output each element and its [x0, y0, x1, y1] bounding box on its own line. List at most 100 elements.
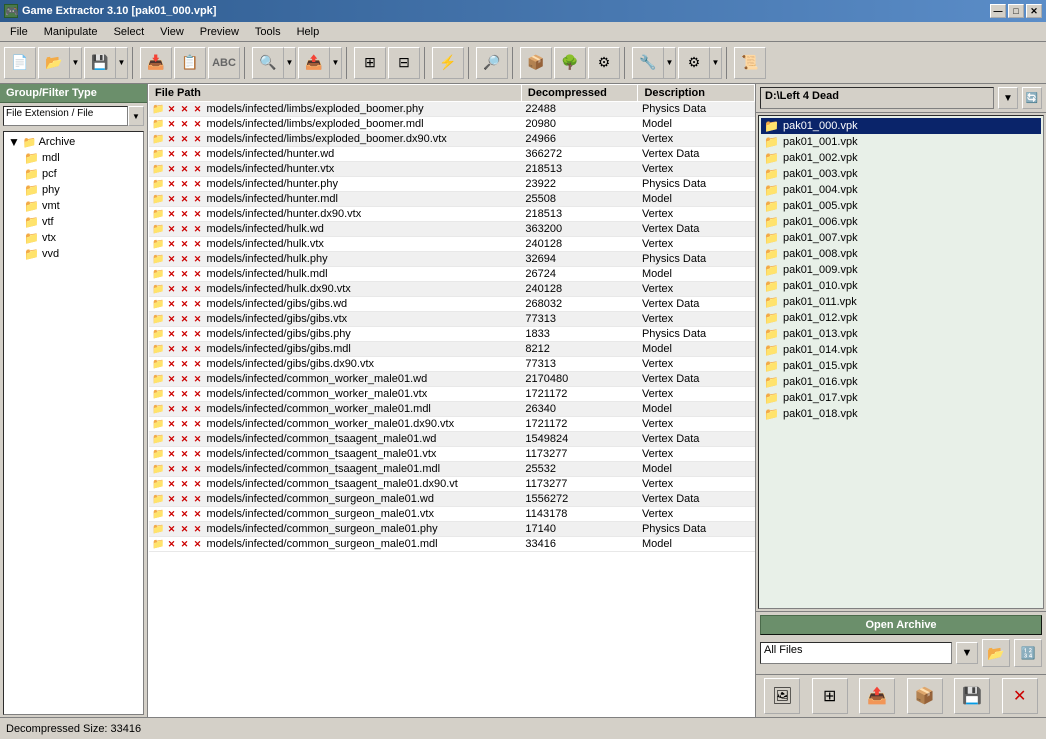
- table-row[interactable]: 📁 ✕ ✕ ✕ models/infected/hulk.mdl 26724Mo…: [149, 267, 755, 282]
- col-description[interactable]: Description: [638, 85, 755, 102]
- table-row[interactable]: 📁 ✕ ✕ ✕ models/infected/common_surgeon_m…: [149, 492, 755, 507]
- table-row[interactable]: 📁 ✕ ✕ ✕ models/infected/common_surgeon_m…: [149, 507, 755, 522]
- table-row[interactable]: 📁 ✕ ✕ ✕ models/infected/hunter.phy 23922…: [149, 177, 755, 192]
- calculator-button[interactable]: 🔢: [1014, 639, 1042, 667]
- tree-view[interactable]: ▼ 📁 Archive 📁 mdl 📁 pcf 📁 phy: [3, 131, 144, 715]
- menu-manipulate[interactable]: Manipulate: [36, 24, 106, 40]
- extract-selected-button[interactable]: 📤: [859, 678, 895, 714]
- archive-item[interactable]: 📁pak01_004.vpk: [761, 182, 1041, 198]
- open-archive-button[interactable]: Open Archive: [760, 615, 1042, 635]
- col-filepath[interactable]: File Path: [149, 85, 522, 102]
- table-row[interactable]: 📁 ✕ ✕ ✕ models/infected/limbs/exploded_b…: [149, 117, 755, 132]
- tree-item-vmt[interactable]: 📁 vmt: [22, 198, 141, 214]
- table-row[interactable]: 📁 ✕ ✕ ✕ models/infected/common_tsaagent_…: [149, 447, 755, 462]
- archive-item[interactable]: 📁pak01_016.vpk: [761, 374, 1041, 390]
- plugin-arrow[interactable]: ▼: [664, 47, 676, 79]
- tree-item-vvd[interactable]: 📁 vvd: [22, 246, 141, 262]
- gear-arrow[interactable]: ▼: [710, 47, 722, 79]
- table-row[interactable]: 📁 ✕ ✕ ✕ models/infected/limbs/exploded_b…: [149, 102, 755, 117]
- table-row[interactable]: 📁 ✕ ✕ ✕ models/infected/common_tsaagent_…: [149, 462, 755, 477]
- col-decompressed[interactable]: Decompressed: [521, 85, 638, 102]
- read-button[interactable]: 🔍: [252, 47, 284, 79]
- menu-select[interactable]: Select: [106, 24, 153, 40]
- extract-button[interactable]: ⚡: [432, 47, 464, 79]
- archive-item[interactable]: 📁pak01_017.vpk: [761, 390, 1041, 406]
- tree-item-pcf[interactable]: 📁 pcf: [22, 166, 141, 182]
- table-row[interactable]: 📁 ✕ ✕ ✕ models/infected/hulk.vtx 240128V…: [149, 237, 755, 252]
- plugin-button[interactable]: 🔧: [632, 47, 664, 79]
- archive-item[interactable]: 📁pak01_013.vpk: [761, 326, 1041, 342]
- archive-nav-dropdown[interactable]: ▼: [998, 87, 1018, 109]
- script-button[interactable]: 📜: [734, 47, 766, 79]
- archive-item[interactable]: 📁pak01_006.vpk: [761, 214, 1041, 230]
- archive-item[interactable]: 📁pak01_009.vpk: [761, 262, 1041, 278]
- table-row[interactable]: 📁 ✕ ✕ ✕ models/infected/hulk.dx90.vtx 24…: [149, 282, 755, 297]
- hex-action-button[interactable]: ⊞: [812, 678, 848, 714]
- tree-item-mdl[interactable]: 📁 mdl: [22, 150, 141, 166]
- file-type-select[interactable]: All Files: [760, 642, 952, 664]
- table-row[interactable]: 📁 ✕ ✕ ✕ models/infected/hulk.wd 363200Ve…: [149, 222, 755, 237]
- table-row[interactable]: 📁 ✕ ✕ ✕ models/infected/gibs/gibs.vtx 77…: [149, 312, 755, 327]
- save-button[interactable]: 💾: [84, 47, 116, 79]
- archive-item[interactable]: 📁pak01_008.vpk: [761, 246, 1041, 262]
- archive-refresh-button[interactable]: 🔄: [1022, 87, 1042, 109]
- settings-button[interactable]: ⚙: [588, 47, 620, 79]
- columns-button[interactable]: ⊟: [388, 47, 420, 79]
- table-row[interactable]: 📁 ✕ ✕ ✕ models/infected/hulk.phy 32694Ph…: [149, 252, 755, 267]
- table-row[interactable]: 📁 ✕ ✕ ✕ models/infected/common_worker_ma…: [149, 387, 755, 402]
- close-archive-button[interactable]: ✕: [1002, 678, 1038, 714]
- tree-item-archive[interactable]: ▼ 📁 Archive: [6, 134, 141, 150]
- table-row[interactable]: 📁 ✕ ✕ ✕ models/infected/common_worker_ma…: [149, 402, 755, 417]
- tree-button[interactable]: 🌳: [554, 47, 586, 79]
- archive-item[interactable]: 📁pak01_014.vpk: [761, 342, 1041, 358]
- add-files-button[interactable]: 📥: [140, 47, 172, 79]
- open-arrow[interactable]: ▼: [70, 47, 82, 79]
- menu-tools[interactable]: Tools: [247, 24, 289, 40]
- archive-item[interactable]: 📁pak01_012.vpk: [761, 310, 1041, 326]
- archive-item[interactable]: 📁pak01_018.vpk: [761, 406, 1041, 422]
- rename-button[interactable]: ABC: [208, 47, 240, 79]
- extract-all-button[interactable]: 📦: [907, 678, 943, 714]
- tree-item-phy[interactable]: 📁 phy: [22, 182, 141, 198]
- copy-button[interactable]: 📋: [174, 47, 206, 79]
- save-arrow[interactable]: ▼: [116, 47, 128, 79]
- archive-item[interactable]: 📁pak01_002.vpk: [761, 150, 1041, 166]
- new-button[interactable]: 📄: [4, 47, 36, 79]
- archive-item[interactable]: 📁pak01_010.vpk: [761, 278, 1041, 294]
- table-row[interactable]: 📁 ✕ ✕ ✕ models/infected/common_surgeon_m…: [149, 537, 755, 552]
- tree-item-vtx[interactable]: 📁 vtx: [22, 230, 141, 246]
- filter-dropdown-arrow[interactable]: ▼: [128, 106, 144, 126]
- file-type-arrow[interactable]: ▼: [956, 642, 978, 664]
- archive-item[interactable]: 📁pak01_000.vpk: [761, 118, 1041, 134]
- table-row[interactable]: 📁 ✕ ✕ ✕ models/infected/common_worker_ma…: [149, 372, 755, 387]
- menu-file[interactable]: File: [2, 24, 36, 40]
- table-row[interactable]: 📁 ✕ ✕ ✕ models/infected/common_worker_ma…: [149, 417, 755, 432]
- menu-preview[interactable]: Preview: [192, 24, 247, 40]
- read-arrow[interactable]: ▼: [284, 47, 296, 79]
- export-button[interactable]: 📤: [298, 47, 330, 79]
- preview-action-button[interactable]: 🖼: [764, 678, 800, 714]
- table-row[interactable]: 📁 ✕ ✕ ✕ models/infected/hunter.dx90.vtx …: [149, 207, 755, 222]
- tree-item-vtf[interactable]: 📁 vtf: [22, 214, 141, 230]
- close-button[interactable]: ✕: [1026, 4, 1042, 18]
- archive-item[interactable]: 📁pak01_005.vpk: [761, 198, 1041, 214]
- archive-item[interactable]: 📁pak01_001.vpk: [761, 134, 1041, 150]
- table-row[interactable]: 📁 ✕ ✕ ✕ models/infected/common_surgeon_m…: [149, 522, 755, 537]
- export-arrow[interactable]: ▼: [330, 47, 342, 79]
- archive-item[interactable]: 📁pak01_007.vpk: [761, 230, 1041, 246]
- open-button[interactable]: 📂: [38, 47, 70, 79]
- table-row[interactable]: 📁 ✕ ✕ ✕ models/infected/hunter.mdl 25508…: [149, 192, 755, 207]
- archive-item[interactable]: 📁pak01_015.vpk: [761, 358, 1041, 374]
- folder-browse-button[interactable]: 📂: [982, 639, 1010, 667]
- search-button[interactable]: 🔎: [476, 47, 508, 79]
- table-row[interactable]: 📁 ✕ ✕ ✕ models/infected/limbs/exploded_b…: [149, 132, 755, 147]
- file-table-container[interactable]: File Path Decompressed Description 📁 ✕ ✕…: [148, 84, 755, 717]
- menu-help[interactable]: Help: [289, 24, 328, 40]
- table-row[interactable]: 📁 ✕ ✕ ✕ models/infected/gibs/gibs.dx90.v…: [149, 357, 755, 372]
- table-row[interactable]: 📁 ✕ ✕ ✕ models/infected/hunter.wd 366272…: [149, 147, 755, 162]
- grid-button[interactable]: ⊞: [354, 47, 386, 79]
- maximize-button[interactable]: □: [1008, 4, 1024, 18]
- filter-select[interactable]: File Extension / File: [3, 106, 128, 126]
- archive-button[interactable]: 📦: [520, 47, 552, 79]
- table-row[interactable]: 📁 ✕ ✕ ✕ models/infected/gibs/gibs.wd 268…: [149, 297, 755, 312]
